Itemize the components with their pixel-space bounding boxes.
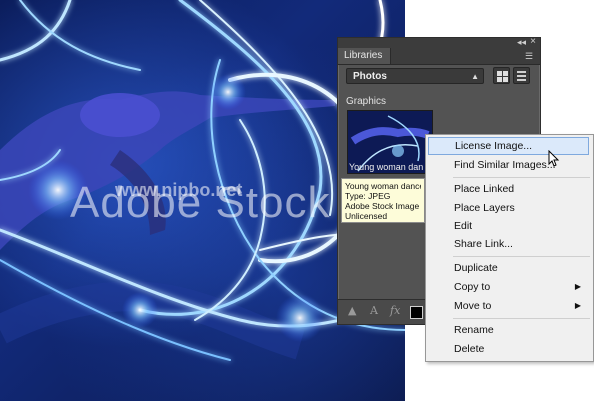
site-watermark: www.nipbo.net [115, 180, 243, 200]
menu-item-copy-to[interactable]: Copy to ▶ [428, 278, 589, 296]
graphics-section-label: Graphics [346, 96, 387, 107]
tab-libraries[interactable]: Libraries [338, 48, 392, 64]
menu-item-share-link[interactable]: Share Link... [428, 235, 589, 253]
menu-item-place-linked[interactable]: Place Linked [428, 180, 589, 198]
text-icon[interactable]: A [370, 304, 378, 317]
library-dropdown-value: Photos [353, 71, 387, 82]
menu-item-place-layers[interactable]: Place Layers [428, 199, 589, 217]
submenu-arrow-icon: ▶ [574, 301, 581, 310]
fx-icon[interactable]: fx [390, 304, 400, 317]
menu-item-move-to-label: Move to [454, 300, 492, 312]
menu-item-find-similar[interactable]: Find Similar Images... [428, 156, 589, 174]
stock-icon[interactable]: ▲ [348, 304, 356, 317]
menu-item-rename[interactable]: Rename [428, 321, 589, 339]
menu-item-delete[interactable]: Delete [428, 340, 589, 358]
mouse-pointer-icon [548, 149, 560, 173]
list-view-icon[interactable] [513, 67, 530, 84]
close-icon[interactable]: × [530, 36, 536, 47]
panel-tab-bar: Libraries ☰ [338, 48, 540, 65]
panel-title-strip: ◂◂ × [338, 36, 540, 48]
menu-item-duplicate[interactable]: Duplicate [428, 259, 589, 277]
menu-separator [453, 177, 590, 178]
context-menu: License Image... Find Similar Images... … [425, 134, 594, 362]
library-dropdown[interactable]: Photos ▲ [346, 68, 484, 84]
collapse-icon[interactable]: ◂◂ [517, 37, 526, 48]
color-swatch-icon[interactable] [410, 306, 423, 319]
menu-item-edit[interactable]: Edit [428, 217, 589, 235]
menu-item-license-image[interactable]: License Image... [428, 137, 589, 155]
tooltip-type: Type: JPEG [345, 191, 391, 201]
menu-item-move-to[interactable]: Move to ▶ [428, 297, 589, 315]
updown-arrows-icon: ▲ [471, 72, 479, 81]
tooltip-source: Adobe Stock Image [345, 201, 420, 211]
menu-item-copy-to-label: Copy to [454, 281, 491, 293]
tooltip-title: Young woman dance [345, 181, 421, 191]
menu-separator [453, 318, 590, 319]
thumbnail-caption: Young woman dan [349, 162, 424, 172]
menu-separator [453, 256, 590, 257]
thumbnail-tooltip: Young woman dance Type: JPEG Adobe Stock… [341, 178, 425, 223]
submenu-arrow-icon: ▶ [574, 282, 581, 291]
tooltip-license-status: Unlicensed [345, 211, 388, 221]
panel-menu-icon[interactable]: ☰ [522, 51, 536, 61]
grid-view-icon[interactable] [493, 67, 510, 84]
